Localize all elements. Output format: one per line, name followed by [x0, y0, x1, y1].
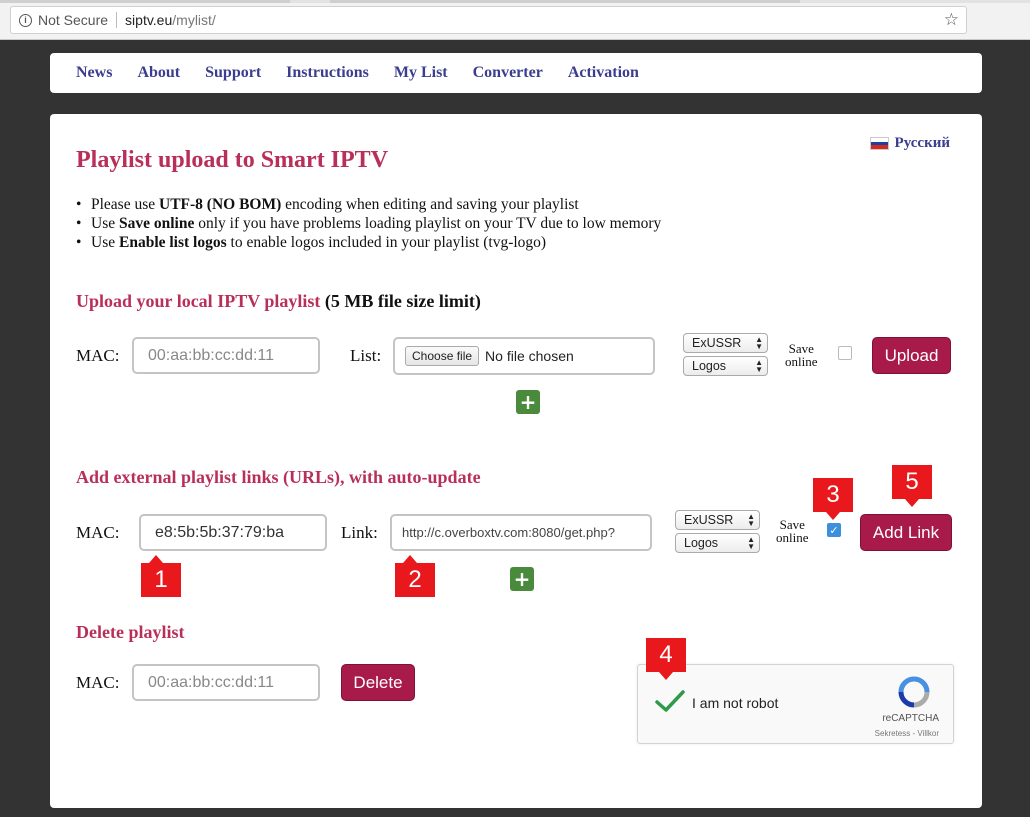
list-item: Use Enable list logos to enable logos in…: [76, 233, 661, 252]
list-item: Please use UTF-8 (NO BOM) encoding when …: [76, 195, 661, 214]
url-host[interactable]: siptv.eu: [125, 12, 172, 28]
upload-save-online-label: Save online: [785, 341, 818, 369]
checkmark-icon[interactable]: [654, 685, 686, 717]
external-mac-label: MAC:: [76, 523, 120, 542]
address-divider: [116, 12, 118, 28]
not-robot-label[interactable]: I am not robot: [692, 695, 778, 711]
url-path[interactable]: /mylist/: [172, 12, 216, 28]
choose-file-button[interactable]: Choose file: [405, 346, 480, 366]
nav-instructions[interactable]: Instructions: [286, 64, 369, 82]
security-label[interactable]: Not Secure: [38, 12, 108, 28]
external-region-select[interactable]: ExUSSR ▲ ▼: [675, 510, 760, 530]
upload-region-select[interactable]: ExUSSR ▲ ▼: [683, 333, 768, 353]
external-mac-input[interactable]: e8:5b:5b:37:79:ba: [139, 514, 327, 551]
browser-toolbar: i Not Secure siptv.eu/mylist/ ☆: [0, 0, 1030, 40]
address-bar[interactable]: i Not Secure siptv.eu/mylist/ ☆: [10, 6, 967, 34]
select-arrows-icon: ▲ ▼: [747, 512, 755, 528]
link-label: Link:: [341, 523, 378, 542]
upload-mac-label: MAC:: [76, 346, 120, 365]
recaptcha-brand: reCAPTCHA: [882, 713, 939, 724]
delete-button[interactable]: Delete: [341, 664, 415, 701]
delete-heading: Delete playlist: [76, 622, 185, 642]
select-arrows-icon: ▲ ▼: [755, 358, 763, 374]
select-arrows-icon: ▲ ▼: [747, 535, 755, 551]
nav-my-list[interactable]: My List: [394, 64, 448, 82]
delete-mac-input[interactable]: 00:aa:bb:cc:dd:11: [132, 664, 320, 701]
recaptcha-logo-icon: [898, 676, 930, 708]
tab-strip: [0, 0, 1030, 3]
external-add-row-button[interactable]: +: [510, 567, 534, 591]
upload-add-row-button[interactable]: +: [516, 390, 540, 414]
nav-support[interactable]: Support: [205, 64, 261, 82]
upload-heading: Upload your local IPTV playlist (5 MB fi…: [76, 291, 481, 311]
external-heading: Add external playlist links (URLs), with…: [76, 467, 481, 487]
external-save-online-checkbox[interactable]: ✓: [827, 523, 841, 537]
language-label[interactable]: Русский: [895, 135, 950, 152]
nav-news[interactable]: News: [76, 64, 112, 82]
add-link-button[interactable]: Add Link: [860, 514, 952, 551]
list-item: Use Save online only if you have problem…: [76, 214, 661, 233]
delete-mac-label: MAC:: [76, 673, 120, 692]
callout-3: 3: [813, 478, 853, 520]
bookmark-star-icon[interactable]: ☆: [944, 10, 959, 30]
external-logos-select[interactable]: Logos ▲ ▼: [675, 533, 760, 553]
info-icon[interactable]: i: [19, 13, 32, 27]
upload-button[interactable]: Upload: [872, 337, 951, 374]
instructions-list: Please use UTF-8 (NO BOM) encoding when …: [76, 195, 661, 252]
file-chooser[interactable]: Choose file No file chosen: [393, 337, 655, 375]
upload-mac-input[interactable]: 00:aa:bb:cc:dd:11: [132, 337, 320, 374]
page-title: Playlist upload to Smart IPTV: [76, 147, 389, 173]
callout-2: 2: [395, 555, 435, 597]
nav-activation[interactable]: Activation: [568, 64, 639, 82]
external-save-online-label: Save online: [776, 517, 809, 545]
upload-save-online-checkbox[interactable]: [838, 346, 852, 360]
callout-4: 4: [646, 638, 686, 680]
callout-5: 5: [892, 465, 932, 507]
recaptcha-widget: I am not robot reCAPTCHA Sekretess - Vil…: [637, 664, 954, 744]
nav-about[interactable]: About: [137, 64, 180, 82]
russian-flag-icon: [869, 137, 889, 150]
list-label: List:: [350, 346, 382, 365]
upload-logos-select[interactable]: Logos ▲ ▼: [683, 356, 768, 376]
link-input[interactable]: http://c.overboxtv.com:8080/get.php?: [390, 514, 652, 551]
file-status: No file chosen: [485, 348, 574, 364]
main-nav: News About Support Instructions My List …: [50, 53, 982, 93]
recaptcha-terms-link[interactable]: Sekretess - Villkor: [875, 729, 939, 738]
select-arrows-icon: ▲ ▼: [755, 335, 763, 351]
language-link[interactable]: Русский: [869, 135, 950, 152]
nav-converter[interactable]: Converter: [473, 64, 543, 82]
callout-1: 1: [141, 555, 181, 597]
